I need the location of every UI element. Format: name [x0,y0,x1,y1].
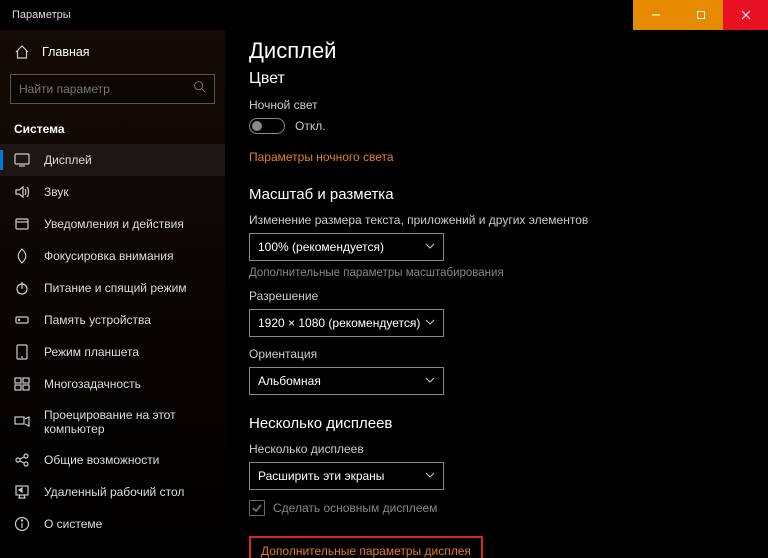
make-primary-checkbox[interactable] [249,500,265,516]
multi-display-value: Расширить эти экраны [258,469,384,483]
nav-item-remote[interactable]: Удаленный рабочий стол [0,476,225,508]
orientation-dropdown[interactable]: Альбомная [249,367,444,395]
tablet-icon [14,344,30,360]
nav-item-focus[interactable]: Фокусировка внимания [0,240,225,272]
window-controls [633,0,768,30]
make-primary-checkbox-row: Сделать основным дисплеем [249,500,744,516]
nav-label: О системе [44,517,102,531]
resolution-dropdown[interactable]: 1920 × 1080 (рекомендуется) [249,309,444,337]
home-icon [14,44,30,60]
nav-label: Дисплей [44,153,92,167]
close-button[interactable] [723,0,768,30]
resolution-label: Разрешение [249,289,744,303]
nav-label: Многозадачность [44,377,141,391]
search-input[interactable] [19,82,193,96]
resolution-value: 1920 × 1080 (рекомендуется) [258,316,420,330]
display-icon [14,152,30,168]
nav-label: Уведомления и действия [44,217,184,231]
nav-label: Общие возможности [44,453,159,467]
sound-icon [14,184,30,200]
nav-label: Фокусировка внимания [44,249,173,263]
nav-item-shared[interactable]: Общие возможности [0,444,225,476]
nav-label: Звук [44,185,69,199]
chevron-down-icon [425,374,435,388]
nav-label: Удаленный рабочий стол [44,485,184,499]
nav-item-tablet[interactable]: Режим планшета [0,336,225,368]
nav-item-storage[interactable]: Память устройства [0,304,225,336]
focus-icon [14,248,30,264]
about-icon [14,516,30,532]
multi-display-label: Несколько дисплеев [249,442,744,456]
scale-value: 100% (рекомендуется) [258,240,384,254]
multi-display-dropdown[interactable]: Расширить эти экраны [249,462,444,490]
sidebar: Главная Система Дисплей Звук Уведомления… [0,30,225,558]
title-bar: Параметры [0,0,768,30]
shared-icon [14,452,30,468]
nav-list: Дисплей Звук Уведомления и действия Фоку… [0,144,225,558]
window-title: Параметры [0,9,633,21]
orientation-label: Ориентация [249,347,744,361]
color-heading: Цвет [249,70,744,88]
page-title: Дисплей [249,38,744,64]
nav-item-power[interactable]: Питание и спящий режим [0,272,225,304]
section-label: Система [0,116,225,144]
nav-item-sound[interactable]: Звук [0,176,225,208]
search-icon [193,80,206,98]
power-icon [14,280,30,296]
nightlight-settings-link[interactable]: Параметры ночного света [249,150,394,164]
nav-item-about[interactable]: О системе [0,508,225,540]
storage-icon [14,312,30,328]
minimize-button[interactable] [633,0,678,30]
chevron-down-icon [425,316,435,330]
projecting-icon [14,414,30,430]
nav-label: Питание и спящий режим [44,281,187,295]
scale-label: Изменение размера текста, приложений и д… [249,213,744,227]
make-primary-label: Сделать основным дисплеем [273,501,437,515]
advanced-scaling-link[interactable]: Дополнительные параметры масштабирования [249,267,744,279]
notifications-icon [14,216,30,232]
nav-label: Режим планшета [44,345,139,359]
nav-item-multitask[interactable]: Многозадачность [0,368,225,400]
chevron-down-icon [425,469,435,483]
nav-item-projecting[interactable]: Проецирование на этот компьютер [0,400,225,444]
nav-label: Проецирование на этот компьютер [44,408,211,436]
nightlight-toggle[interactable] [249,118,285,134]
remote-icon [14,484,30,500]
nav-item-notifications[interactable]: Уведомления и действия [0,208,225,240]
maximize-button[interactable] [678,0,723,30]
orientation-value: Альбомная [258,374,321,388]
content-area: Дисплей Цвет Ночной свет Откл. Параметры… [225,30,768,558]
chevron-down-icon [425,240,435,254]
multitask-icon [14,376,30,392]
nightlight-label: Ночной свет [249,98,744,112]
scale-heading: Масштаб и разметка [249,186,744,203]
search-box[interactable] [10,74,215,104]
home-label: Главная [42,45,90,59]
nightlight-state: Откл. [295,119,326,133]
multi-display-heading: Несколько дисплеев [249,415,744,432]
nav-label: Память устройства [44,313,151,327]
home-link[interactable]: Главная [0,38,225,66]
scale-dropdown[interactable]: 100% (рекомендуется) [249,233,444,261]
advanced-display-link[interactable]: Дополнительные параметры дисплея [249,536,483,558]
nav-item-display[interactable]: Дисплей [0,144,225,176]
